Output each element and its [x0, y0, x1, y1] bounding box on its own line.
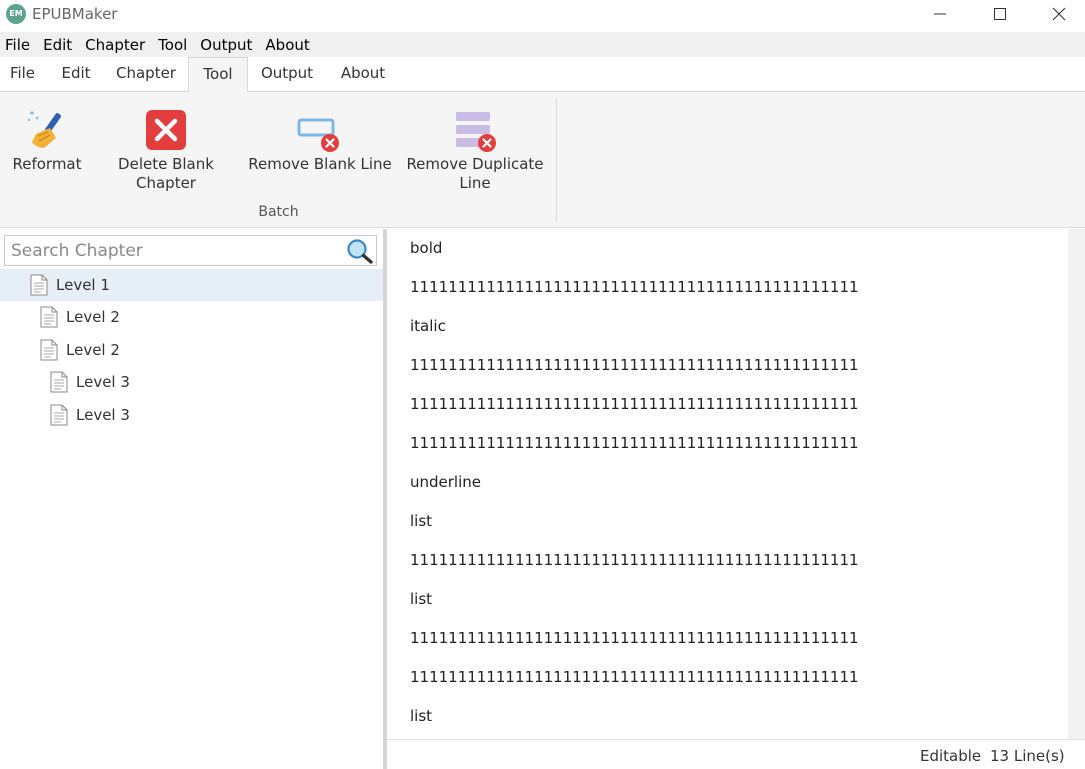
menu-output[interactable]: Output	[195, 32, 256, 57]
broom-icon	[27, 111, 61, 148]
tab-about[interactable]: About	[330, 57, 396, 92]
remove-duplicate-line-button[interactable]: Remove Duplicate Line	[404, 92, 546, 200]
edit-mode-status: Editable	[920, 747, 982, 765]
editor-line: 1111111111111111111111111111111111111111…	[410, 629, 859, 647]
close-button[interactable]	[1029, 0, 1085, 28]
document-icon	[50, 371, 68, 393]
delete-x-icon	[146, 110, 186, 150]
ribbon-group-label: Batch	[258, 204, 299, 220]
remove-duplicate-line-label-line1: Remove Duplicate	[406, 155, 544, 173]
ribbon-panel: Reformat Delete Blank Chapter Remove Bla…	[0, 92, 1085, 228]
tab-edit[interactable]: Edit	[52, 57, 100, 92]
maximize-button[interactable]	[970, 0, 1030, 28]
tree-item-label: Level 2	[66, 308, 120, 326]
remove-blank-line-label: Remove Blank Line	[248, 155, 392, 173]
tree-item-level3[interactable]: Level 3	[0, 366, 383, 398]
tree-item-level2[interactable]: Level 2	[0, 301, 383, 333]
editor-line: list	[410, 512, 433, 530]
remove-blank-line-button[interactable]: Remove Blank Line	[248, 92, 392, 200]
ribbon-tabs: File Edit Chapter Tool Output About	[0, 57, 1085, 93]
ribbon-group-separator	[556, 98, 557, 222]
menu-file[interactable]: File	[0, 32, 34, 57]
delete-blank-chapter-label: Delete Blank Chapter	[110, 155, 222, 193]
document-icon	[40, 339, 58, 361]
tab-tool[interactable]: Tool	[188, 57, 248, 93]
menu-edit[interactable]: Edit	[38, 32, 76, 57]
editor-line: 1111111111111111111111111111111111111111…	[410, 395, 859, 413]
tree-item-label: Level 1	[56, 276, 110, 294]
editor-line: 1111111111111111111111111111111111111111…	[410, 434, 859, 452]
editor-line: underline	[410, 473, 482, 491]
minimize-button[interactable]	[910, 0, 970, 28]
remove-duplicate-line-label: Remove Duplicate Line	[404, 155, 546, 193]
tree-item-level1[interactable]: Level 1	[0, 269, 383, 301]
title-bar: EM EPUBMaker	[0, 0, 1085, 30]
duplicate-line-remove-icon	[456, 112, 496, 152]
editor-line: italic	[410, 317, 446, 335]
status-bar: Editable 13 Line(s)	[387, 739, 1085, 769]
editor-line: bold	[410, 239, 443, 257]
delete-blank-chapter-label-line1: Delete Blank	[118, 155, 214, 173]
search-button[interactable]	[345, 238, 375, 264]
menu-bar: File Edit Chapter Tool Output About	[0, 32, 1085, 57]
document-icon	[50, 404, 68, 426]
search-icon	[347, 239, 373, 264]
delete-blank-chapter-button[interactable]: Delete Blank Chapter	[110, 92, 222, 200]
chapter-panel: Level 1 Level 2 Level 2 Level 3 Leve	[0, 229, 383, 769]
search-box	[4, 235, 377, 266]
editor-line: 1111111111111111111111111111111111111111…	[410, 551, 859, 569]
menu-about[interactable]: About	[260, 32, 313, 57]
delete-blank-chapter-label-line2: Chapter	[136, 174, 196, 192]
blank-line-remove-icon	[297, 118, 339, 152]
reformat-button[interactable]: Reformat	[4, 92, 90, 200]
minimize-icon	[934, 13, 946, 15]
editor-scrollbar[interactable]	[1068, 229, 1085, 739]
reformat-label: Reformat	[12, 155, 82, 173]
document-icon	[40, 306, 58, 328]
editor-line: 1111111111111111111111111111111111111111…	[410, 278, 859, 296]
chapter-editor[interactable]: bold 11111111111111111111111111111111111…	[387, 229, 1068, 739]
tab-chapter[interactable]: Chapter	[108, 57, 184, 92]
tree-item-label: Level 3	[76, 406, 130, 424]
close-icon	[1052, 7, 1066, 21]
tab-output[interactable]: Output	[252, 57, 322, 92]
tree-item-label: Level 3	[76, 373, 130, 391]
remove-duplicate-line-label-line2: Line	[459, 174, 491, 192]
maximize-icon	[994, 8, 1006, 20]
editor-line: list	[410, 707, 433, 725]
tab-file[interactable]: File	[0, 57, 45, 92]
app-logo-icon: EM	[6, 4, 26, 24]
search-input[interactable]	[11, 239, 341, 262]
tree-item-level3[interactable]: Level 3	[0, 399, 383, 431]
editor-line: 1111111111111111111111111111111111111111…	[410, 356, 859, 374]
app-title: EPUBMaker	[32, 5, 118, 23]
line-count-status: 13 Line(s)	[990, 747, 1065, 765]
editor-line: 1111111111111111111111111111111111111111…	[410, 668, 859, 686]
tree-item-level2[interactable]: Level 2	[0, 334, 383, 366]
tree-item-label: Level 2	[66, 341, 120, 359]
editor-line: list	[410, 590, 433, 608]
document-icon	[30, 274, 48, 296]
menu-chapter[interactable]: Chapter	[80, 32, 149, 57]
menu-tool[interactable]: Tool	[153, 32, 191, 57]
